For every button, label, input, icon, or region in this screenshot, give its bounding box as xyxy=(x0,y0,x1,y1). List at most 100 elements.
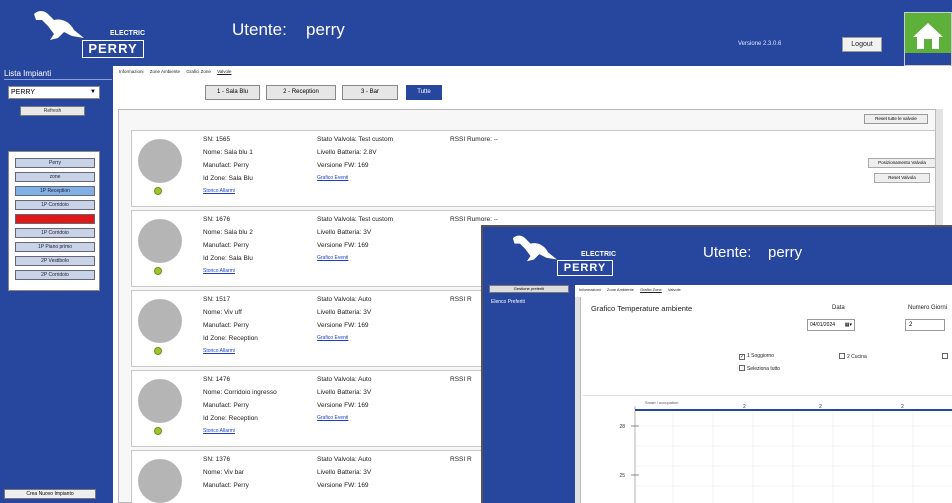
tab-informazioni[interactable]: Informazioni xyxy=(579,287,601,292)
sidebar-item[interactable]: 2P Vestibolo xyxy=(15,256,95,266)
user-label: Utente: xyxy=(703,244,752,261)
checkbox-select-all[interactable]: Seleziona tutto xyxy=(739,365,780,372)
checkbox-icon xyxy=(739,365,745,371)
tab-grafici-zone[interactable]: Grafici Zone xyxy=(186,69,211,74)
sidebar-item[interactable]: 2P Corridoio xyxy=(15,270,95,280)
filter-sala-blu[interactable]: 1 - Sala Blu xyxy=(205,85,260,100)
sidebar-item[interactable]: Perry xyxy=(15,158,95,168)
status-led xyxy=(154,347,162,355)
valve-sn: SN: 1376 xyxy=(203,456,231,463)
checkbox-cucina[interactable]: 2 Cucina xyxy=(839,353,867,360)
date-picker[interactable]: 04/01/2024 ▦▾ xyxy=(807,319,855,331)
sidebar-item[interactable]: 1P Reception xyxy=(15,186,95,196)
checkbox-soggiorno[interactable]: ✓ 1 Soggiorno xyxy=(739,353,774,360)
checkbox-extra[interactable] xyxy=(942,353,950,360)
tab-valvole[interactable]: Valvole xyxy=(217,69,231,74)
valve-state: Stato Valvola: Test custom xyxy=(317,216,393,223)
sidebar-item-alarm[interactable]: Allarme xyxy=(15,214,95,224)
valve-reset-button[interactable]: Reset Valvola xyxy=(874,173,930,183)
valve-card: SN: 1565 Nome: Sala blu 1 Manufact: Perr… xyxy=(131,130,941,207)
valve-fw: Versione FW: 169 xyxy=(317,242,369,249)
valve-zone: Id Zone: Sala Blu xyxy=(203,255,253,262)
logout-button[interactable]: Logout xyxy=(842,37,882,52)
valve-name: Nome: Viv uff xyxy=(203,309,242,316)
valve-image xyxy=(138,459,182,503)
plant-select[interactable]: PERRY ▼ xyxy=(8,86,100,99)
events-chart-link[interactable]: Grafico Eventi xyxy=(317,175,348,181)
valve-battery: Livello Batteria: 3V xyxy=(317,309,372,316)
sidebar-item[interactable]: zone xyxy=(15,172,95,182)
valve-rssi: RSSI R xyxy=(450,376,472,383)
valve-name: Nome: Sala blu 2 xyxy=(203,229,253,236)
brand-electric: ELECTRIC xyxy=(581,251,616,258)
days-select[interactable]: 2 xyxy=(905,319,945,331)
tab-valvole[interactable]: Valvole xyxy=(668,287,681,292)
user-name: perry xyxy=(768,244,803,261)
valve-battery: Livello Batteria: 3V xyxy=(317,389,372,396)
valve-image xyxy=(138,219,182,263)
valve-name: Nome: Corridoio ingresso xyxy=(203,389,277,396)
valve-manufacturer: Manufact: Perry xyxy=(203,482,249,489)
refresh-button[interactable]: Refresh xyxy=(20,106,85,116)
tab-grafici-zone[interactable]: Grafici Zone xyxy=(640,287,662,292)
x-tick-label: 2 xyxy=(819,404,822,410)
valve-image xyxy=(138,299,182,343)
version-text: Versione 2.3.0.6 xyxy=(738,41,782,47)
valve-battery: Livello Batteria: 3V xyxy=(317,229,372,236)
kangaroo-logo-icon xyxy=(512,235,557,262)
manage-favorites-button[interactable]: Gestione preferiti xyxy=(489,285,569,293)
valve-manufacturer: Manufact: Perry xyxy=(203,402,249,409)
grid xyxy=(635,412,952,503)
plant-select-value: PERRY xyxy=(11,89,35,96)
events-chart-link[interactable]: Grafico Eventi xyxy=(317,255,348,261)
events-chart-link[interactable]: Grafico Eventi xyxy=(317,415,348,421)
events-chart-link[interactable]: Grafico Eventi xyxy=(317,335,348,341)
valve-name: Nome: Viv bar xyxy=(203,469,245,476)
alarm-history-link[interactable]: Storico Allarmi xyxy=(203,268,235,274)
valve-fw: Versione FW: 169 xyxy=(317,322,369,329)
checkbox-checked-icon: ✓ xyxy=(739,354,745,360)
overlay-window: ELECTRIC PERRY Utente: perry Gestione pr… xyxy=(481,225,952,503)
overlay-main: Informazioni Zone Ambiente Grafici Zone … xyxy=(575,285,952,503)
sidebar-item[interactable]: 1P Piano primo xyxy=(15,242,95,252)
new-plant-button[interactable]: Crea Nuovo Impianto xyxy=(4,489,96,499)
filter-bar[interactable]: 3 - Bar xyxy=(342,85,398,100)
tab-bar: Informazioni Zone Ambiente Grafici Zone … xyxy=(119,69,237,74)
filter-tutte[interactable]: Tutte xyxy=(406,85,442,100)
valve-rssi: RSSI R xyxy=(450,456,472,463)
valve-rssi: RSSI Rumore: -- xyxy=(450,136,499,143)
alarm-history-link[interactable]: Storico Allarmi xyxy=(203,188,235,194)
valve-fw: Versione FW: 169 xyxy=(317,162,369,169)
valve-state: Stato Valvola: Auto xyxy=(317,296,372,303)
overlay-header: ELECTRIC PERRY Utente: perry xyxy=(483,227,952,285)
home-button[interactable] xyxy=(904,12,952,66)
reset-all-valves-button[interactable]: Reset tutte le valvole xyxy=(864,114,928,124)
alarm-history-link[interactable]: Storico Allarmi xyxy=(203,348,235,354)
valve-battery: Livello Batteria: 3V xyxy=(317,469,372,476)
user-name: perry xyxy=(306,20,345,39)
days-label: Numero Giorni xyxy=(908,305,948,311)
overlay-sidebar: Gestione preferiti Elenco Preferiti xyxy=(483,285,575,503)
valve-state: Stato Valvola: Test custom xyxy=(317,136,393,143)
favorites-label: Elenco Preferiti xyxy=(491,299,525,305)
valve-zone: Id Zone: Sala Blu xyxy=(203,175,253,182)
valve-sn: SN: 1517 xyxy=(203,296,231,303)
y-tick-label: 25 xyxy=(619,473,625,479)
kangaroo-logo-icon xyxy=(34,11,84,40)
valve-position-button[interactable]: Posizionamento Valvola xyxy=(868,158,936,168)
vertical-scrollbar[interactable] xyxy=(575,297,581,503)
status-led xyxy=(154,187,162,195)
x-tick-label: 2 xyxy=(743,404,746,410)
alarm-history-link[interactable]: Storico Allarmi xyxy=(203,428,235,434)
user-label: Utente: xyxy=(232,20,287,39)
valve-manufacturer: Manufact: Perry xyxy=(203,242,249,249)
sidebar-item[interactable]: 1P Corridoio xyxy=(15,228,95,238)
brand-electric: ELECTRIC xyxy=(110,30,145,37)
tab-informazioni[interactable]: Informazioni xyxy=(119,69,144,74)
tab-zone-ambiente[interactable]: Zone Ambiente xyxy=(607,287,634,292)
tab-zone-ambiente[interactable]: Zone Ambiente xyxy=(150,69,180,74)
filter-reception[interactable]: 2 - Reception xyxy=(266,85,336,100)
tab-bar: Informazioni Zone Ambiente Grafici Zone … xyxy=(579,287,686,292)
valve-zone: Id Zone: Reception xyxy=(203,335,258,342)
sidebar-item[interactable]: 1P Corridoio xyxy=(15,200,95,210)
